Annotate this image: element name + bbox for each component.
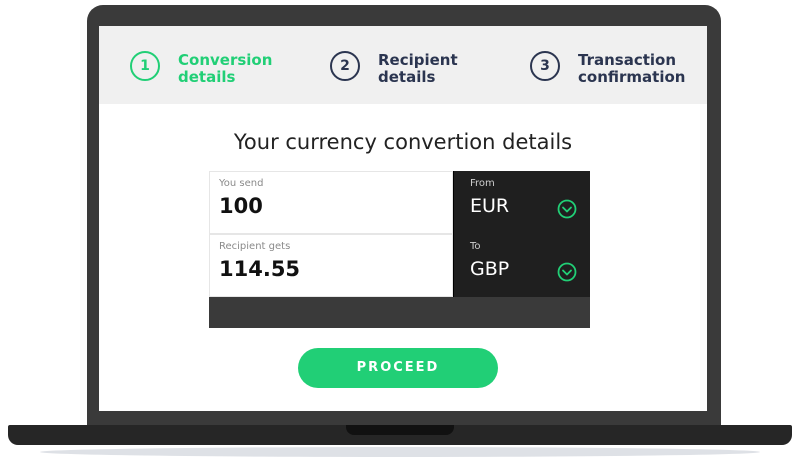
page-title: Your currency convertion details	[233, 130, 573, 154]
screen: 1 Conversion details 2 Recipient details…	[99, 26, 707, 411]
to-currency-label: To	[470, 241, 481, 252]
from-currency-label: From	[470, 178, 495, 189]
step-label: Recipient details	[378, 51, 458, 86]
to-currency-value: GBP	[470, 258, 510, 280]
laptop-notch	[346, 425, 454, 435]
step-number-circle: 3	[530, 51, 560, 81]
step-number-circle: 1	[130, 51, 160, 81]
send-amount-field[interactable]: You send 100	[209, 171, 453, 234]
laptop-base	[8, 425, 792, 445]
step-number-circle: 2	[330, 51, 360, 81]
laptop-shadow	[40, 447, 760, 457]
recipient-gets-field[interactable]: Recipient gets 114.55	[209, 234, 453, 297]
step-label: Transaction confirmation	[578, 51, 686, 86]
recipient-gets-label: Recipient gets	[219, 241, 291, 252]
send-amount-value[interactable]: 100	[219, 194, 263, 218]
recipient-gets-value[interactable]: 114.55	[219, 257, 300, 281]
steps-bar: 1 Conversion details 2 Recipient details…	[99, 26, 707, 104]
from-currency-value: EUR	[470, 195, 510, 217]
step-label: Conversion details	[178, 51, 273, 86]
from-currency-select[interactable]: From EUR	[453, 171, 590, 234]
proceed-button[interactable]: PROCEED	[298, 348, 498, 388]
chevron-down-icon[interactable]	[557, 199, 577, 219]
conversion-form: You send 100 From EUR Recipient gets 114…	[209, 171, 590, 328]
to-currency-select[interactable]: To GBP	[453, 234, 590, 297]
chevron-down-icon[interactable]	[557, 262, 577, 282]
send-amount-label: You send	[219, 178, 264, 189]
